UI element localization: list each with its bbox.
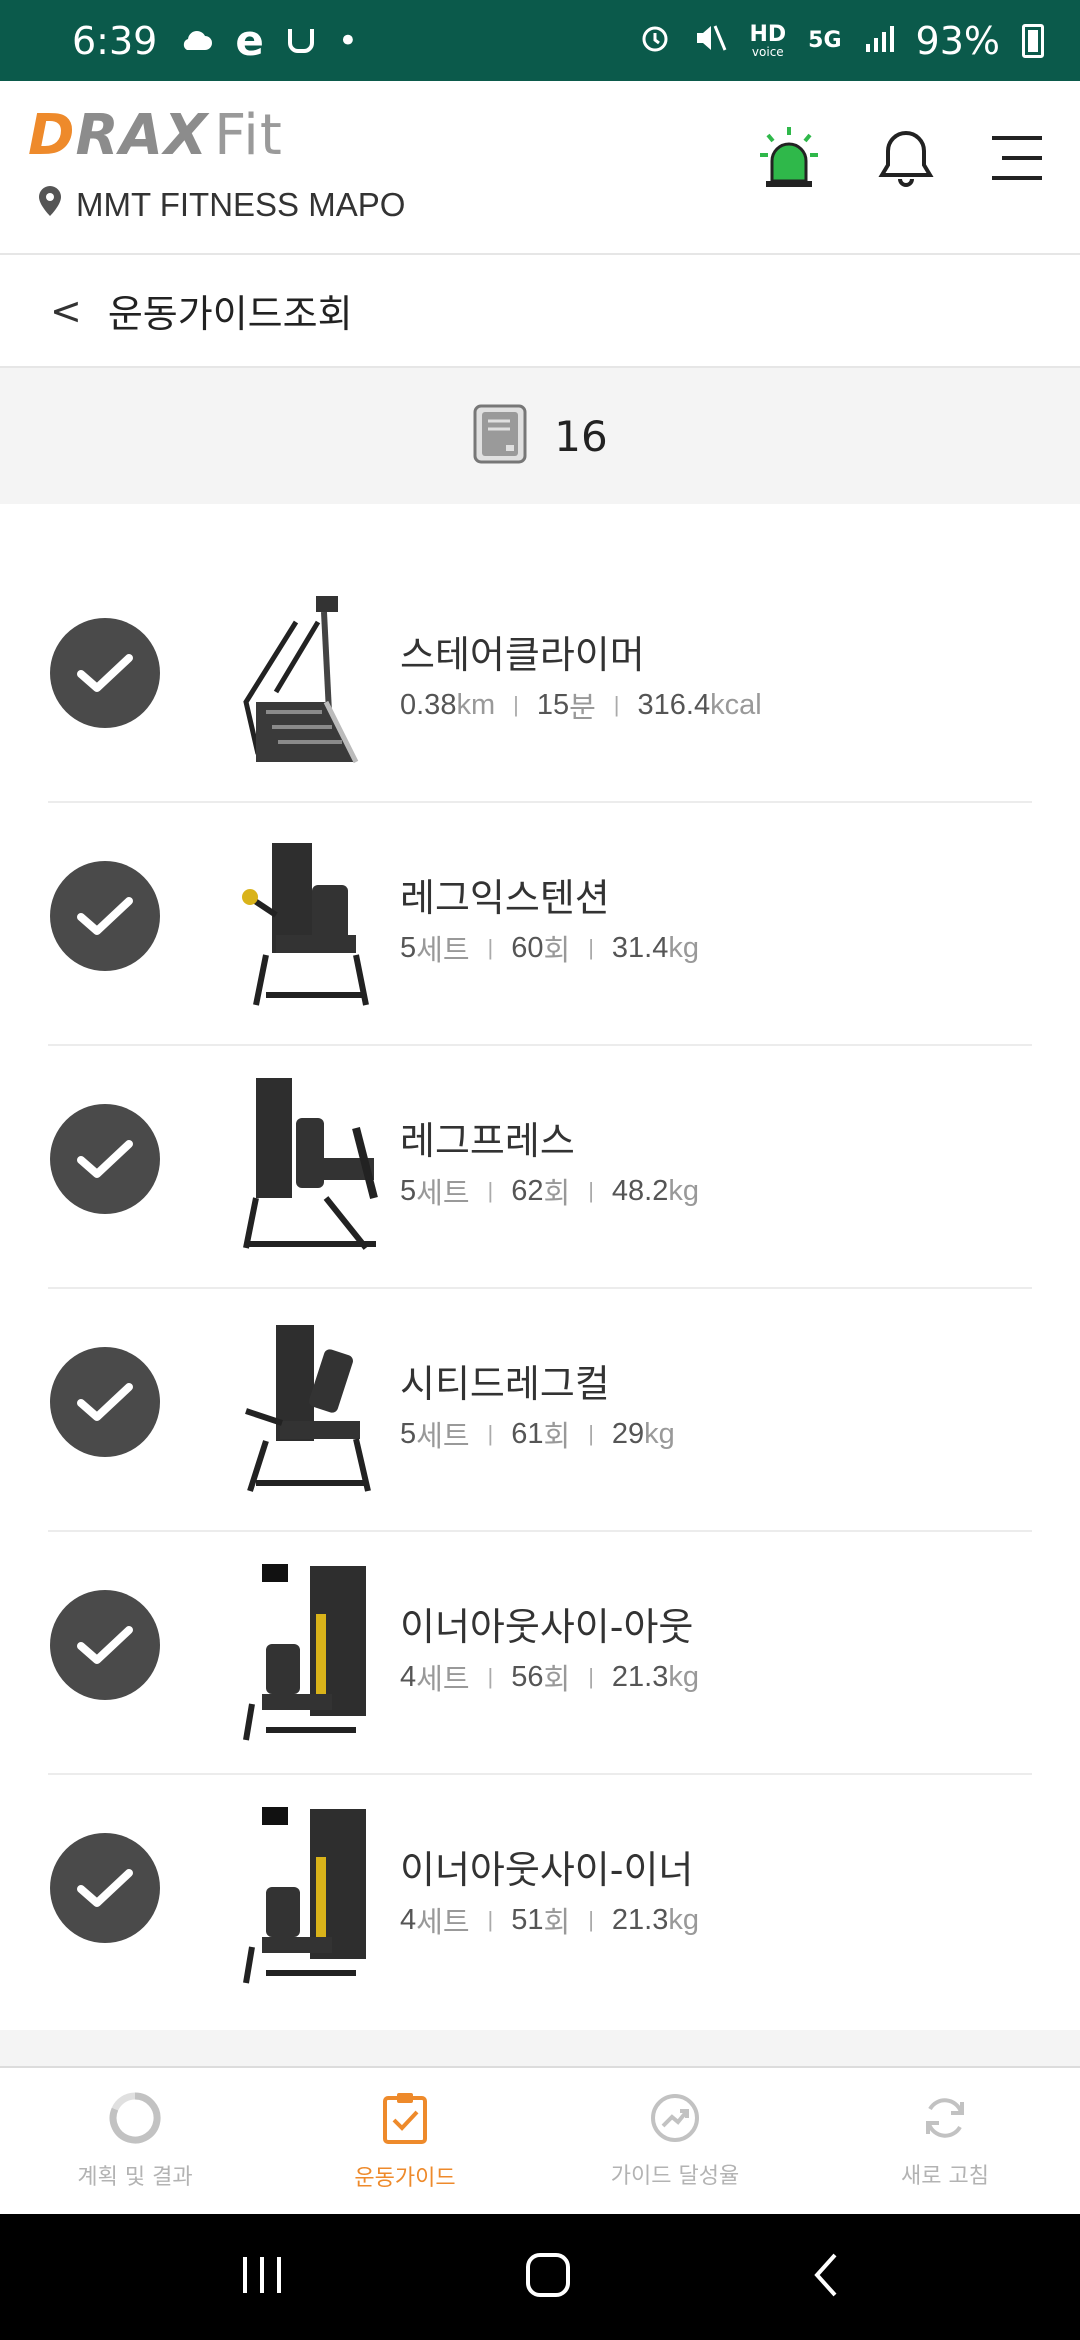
- status-bar: 6:39 e • HD voice 5G 93%: [0, 0, 1080, 81]
- exercise-stats: 5 세트 | 62 회 | 48.2 kg: [400, 1174, 699, 1211]
- list-footer-band: [0, 2030, 1080, 2066]
- trend-up-icon: [649, 2092, 701, 2148]
- tab-label: 새로 고침: [901, 2164, 989, 2189]
- tab-refresh[interactable]: 새로 고침: [810, 2068, 1080, 2214]
- battery-icon: [1022, 23, 1044, 58]
- signal-icon: [864, 24, 894, 58]
- document-icon: [472, 403, 528, 469]
- tab-label: 운동가이드: [354, 2166, 456, 2191]
- e-app-icon: e: [235, 15, 264, 65]
- status-time: 6:39: [72, 18, 158, 63]
- leg-extension-image: [242, 843, 369, 1006]
- leg-press-image: [243, 1078, 378, 1250]
- tab-guide-achievement[interactable]: 가이드 달성율: [540, 2068, 810, 2214]
- hd-voice-icon: HD voice: [749, 21, 787, 59]
- stair-climber-image: [243, 596, 359, 764]
- gym-location[interactable]: MMT FITNESS MAPO: [38, 185, 405, 225]
- exercise-name: 스테어클라이머: [400, 633, 645, 677]
- tab-label: 계획 및 결과: [77, 2165, 193, 2190]
- exercise-stats: 5 세트 | 61 회 | 29 kg: [400, 1417, 675, 1454]
- page-title: 운동가이드조회: [107, 292, 353, 336]
- tab-plan-result[interactable]: 계획 및 결과: [0, 2068, 270, 2214]
- list-item[interactable]: 이너아웃사이-이너 4 세트 | 51 회 | 21.3 kg: [48, 1775, 1032, 2018]
- exercise-stats: 4 세트 | 56 회 | 21.3 kg: [400, 1660, 699, 1697]
- inner-outer-thigh-in-image: [243, 1807, 366, 1984]
- exercise-list: 스테어클라이머 0.38 km | 15 분 | 316.4 kcal 레그익스텐션 5세…: [0, 560, 1080, 2018]
- exercise-name: 이너아웃사이-이너: [400, 1848, 694, 1892]
- bottom-tab-bar: 계획 및 결과 운동가이드 가이드 달성율 새로 고침: [0, 2066, 1080, 2214]
- seated-leg-curl-image: [245, 1325, 371, 1492]
- list-item[interactable]: 이너아웃사이-아웃 4 세트 | 56 회 | 21.3 kg: [48, 1532, 1032, 1775]
- system-nav-bar: [0, 2214, 1080, 2340]
- exercise-name: 시티드레그컬: [400, 1362, 610, 1406]
- plan-result-icon: [108, 2091, 162, 2149]
- tab-exercise-guide[interactable]: 운동가이드: [270, 2068, 540, 2214]
- clipboard-check-icon: [381, 2090, 429, 2150]
- exercise-name: 이너아웃사이-아웃: [400, 1605, 694, 1649]
- back-button[interactable]: <: [50, 289, 82, 333]
- guide-count: 16: [554, 411, 608, 461]
- list-item[interactable]: 레그익스텐션 5 세트 | 60 회 | 31.4 kg: [48, 803, 1032, 1046]
- home-button[interactable]: [524, 2251, 572, 2303]
- location-name: MMT FITNESS MAPO: [76, 186, 406, 223]
- check-circle-icon[interactable]: [50, 618, 160, 728]
- check-circle-icon[interactable]: [50, 1833, 160, 1943]
- alarm-icon: [639, 22, 671, 60]
- location-pin-icon: [38, 185, 62, 225]
- exercise-name: 레그프레스: [400, 1119, 575, 1163]
- drax-fit-logo[interactable]: DRAX Fit: [28, 103, 283, 168]
- guide-count-band: 16: [0, 368, 1080, 504]
- menu-icon[interactable]: [990, 134, 1044, 186]
- list-item[interactable]: 시티드레그컬 5 세트 | 61 회 | 29 kg: [48, 1289, 1032, 1532]
- app-header: DRAX Fit MMT FITNESS MAPO: [0, 81, 1080, 255]
- refresh-icon: [919, 2092, 971, 2148]
- inner-outer-thigh-out-image: [243, 1564, 366, 1741]
- exercise-name: 레그익스텐션: [400, 876, 610, 920]
- list-item[interactable]: 스테어클라이머 0.38 km | 15 분 | 316.4 kcal: [48, 560, 1032, 803]
- dot-icon: •: [337, 20, 358, 61]
- list-item[interactable]: 레그프레스 5 세트 | 62 회 | 48.2 kg: [48, 1046, 1032, 1289]
- alarm-siren-icon[interactable]: [756, 125, 822, 195]
- recent-apps-button[interactable]: [239, 2255, 285, 2299]
- mute-icon: [693, 22, 727, 60]
- app-icon: [286, 23, 316, 59]
- tab-label: 가이드 달성율: [610, 2164, 740, 2189]
- sub-header: < 운동가이드조회: [0, 255, 1080, 368]
- check-circle-icon[interactable]: [50, 1104, 160, 1214]
- check-circle-icon[interactable]: [50, 1590, 160, 1700]
- bell-icon[interactable]: [878, 127, 934, 193]
- battery-percent: 93%: [915, 18, 1000, 63]
- back-nav-button[interactable]: [811, 2251, 841, 2303]
- check-circle-icon[interactable]: [50, 1347, 160, 1457]
- exercise-stats: 5 세트 | 60 회 | 31.4 kg: [400, 931, 699, 968]
- cloud-icon: [179, 24, 213, 58]
- exercise-stats: 0.38 km | 15 분 | 316.4 kcal: [400, 688, 762, 725]
- exercise-stats: 4 세트 | 51 회 | 21.3 kg: [400, 1903, 699, 1940]
- 5g-icon: 5G: [808, 27, 842, 53]
- check-circle-icon[interactable]: [50, 861, 160, 971]
